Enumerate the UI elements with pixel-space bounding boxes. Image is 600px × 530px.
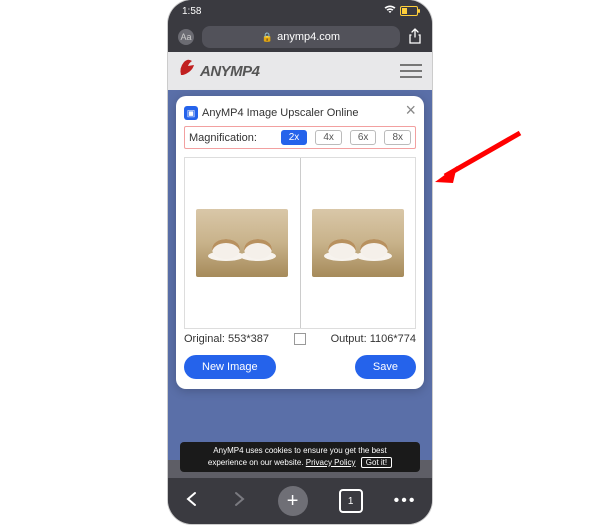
mag-option-6x[interactable]: 6x <box>350 130 377 145</box>
back-icon[interactable] <box>184 490 200 513</box>
status-bar: 1:58 <box>168 0 432 22</box>
reader-mode-icon[interactable]: Aa <box>178 29 194 45</box>
dimensions-row: Original: 553*387 Output: 1106*774 <box>184 333 416 345</box>
cookie-accept-button[interactable]: Got it! <box>361 457 392 468</box>
new-tab-icon[interactable]: + <box>278 486 308 516</box>
output-image <box>312 209 404 277</box>
browser-toolbar: + 1 ••• <box>168 478 432 524</box>
url-field[interactable]: 🔒 anymp4.com <box>202 26 400 48</box>
brand-logo[interactable]: ANYMP4 <box>178 58 260 84</box>
output-dimensions: Output: 1106*774 <box>331 333 416 345</box>
battery-icon <box>400 6 418 16</box>
wifi-icon <box>384 5 396 17</box>
lock-aspect-checkbox[interactable] <box>294 333 306 345</box>
menu-icon[interactable] <box>400 64 422 78</box>
modal-title-row: ▣ AnyMP4 Image Upscaler Online <box>184 106 416 120</box>
cookie-banner: AnyMP4 uses cookies to ensure you get th… <box>180 442 420 472</box>
lock-icon: 🔒 <box>262 32 273 43</box>
more-icon[interactable]: ••• <box>394 492 417 510</box>
mag-option-4x[interactable]: 4x <box>315 130 342 145</box>
brand-name: ANYMP4 <box>200 63 260 80</box>
magnification-row: Magnification: 2x 4x 6x 8x <box>184 126 416 149</box>
share-icon[interactable] <box>408 28 422 47</box>
status-time: 1:58 <box>182 6 201 17</box>
privacy-link[interactable]: Privacy Policy <box>306 458 356 467</box>
close-icon[interactable]: × <box>405 100 416 121</box>
tabs-icon[interactable]: 1 <box>339 489 363 513</box>
modal-title: AnyMP4 Image Upscaler Online <box>202 107 359 119</box>
mag-option-8x[interactable]: 8x <box>384 130 411 145</box>
mag-option-2x[interactable]: 2x <box>281 130 308 145</box>
modal-actions: New Image Save <box>184 355 416 379</box>
address-bar: Aa 🔒 anymp4.com <box>168 22 432 52</box>
app-badge-icon: ▣ <box>184 106 198 120</box>
original-pane[interactable] <box>185 158 300 328</box>
annotation-arrow <box>435 128 525 188</box>
status-indicators <box>384 5 418 17</box>
magnification-label: Magnification: <box>189 132 257 144</box>
forward-icon <box>231 490 247 513</box>
cookie-text-1: AnyMP4 uses cookies to ensure you get th… <box>213 446 386 455</box>
page-content: × ▣ AnyMP4 Image Upscaler Online Magnifi… <box>168 90 432 460</box>
original-image <box>196 209 288 277</box>
output-pane[interactable] <box>301 158 416 328</box>
phone-frame: 1:58 Aa 🔒 anymp4.com ANYMP4 <box>168 0 432 524</box>
url-text: anymp4.com <box>277 31 340 43</box>
new-image-button[interactable]: New Image <box>184 355 276 379</box>
logo-mark-icon <box>178 58 198 84</box>
save-button[interactable]: Save <box>355 355 416 379</box>
site-header: ANYMP4 <box>168 52 432 90</box>
upscaler-modal: × ▣ AnyMP4 Image Upscaler Online Magnifi… <box>176 96 424 389</box>
image-compare <box>184 157 416 329</box>
cookie-text-2: experience on our website. <box>208 458 304 467</box>
original-dimensions: Original: 553*387 <box>184 333 269 345</box>
